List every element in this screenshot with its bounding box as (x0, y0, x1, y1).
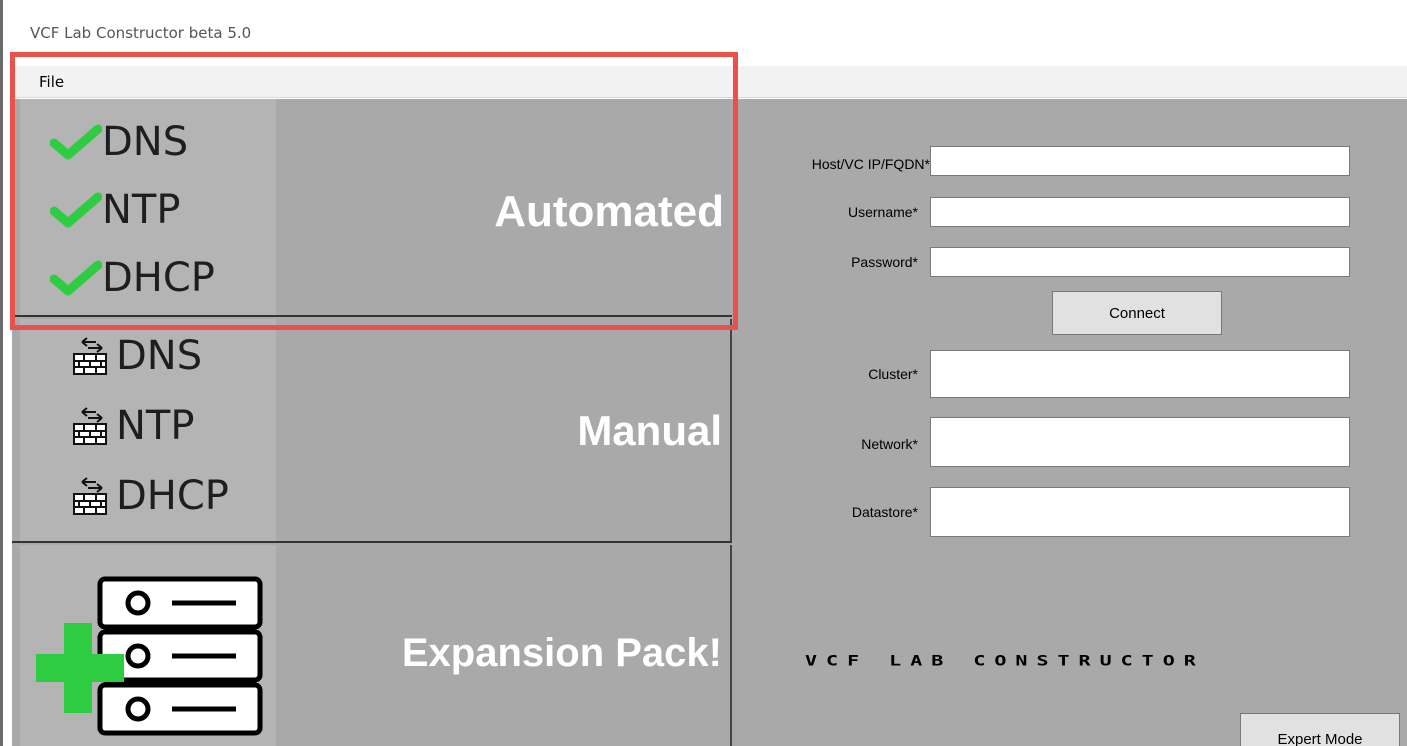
manual-title: Manual (577, 407, 722, 454)
datastore-label: Datastore* (851, 504, 918, 520)
network-label: Network* (861, 436, 918, 452)
manual-panel-button[interactable]: DNS NTP DHCP Manual (12, 319, 732, 543)
manual-dhcp-row: DHCP (68, 473, 229, 519)
cluster-label: Cluster* (868, 366, 918, 382)
window-left-edge (0, 0, 3, 746)
manual-item-label: DHCP (116, 473, 229, 519)
expert-mode-button[interactable]: Expert Mode (1240, 713, 1400, 746)
datastore-input[interactable] (930, 487, 1350, 537)
host-label: Host/VC IP/FQDN* (811, 156, 930, 172)
server-rack-add-icon (36, 576, 263, 736)
manual-ntp-row: NTP (68, 403, 194, 449)
password-input[interactable] (930, 247, 1350, 277)
manual-item-label: NTP (116, 403, 195, 449)
highlight-annotation-box (10, 52, 738, 330)
expansion-pack-panel-button[interactable]: Expansion Pack! (12, 545, 732, 746)
password-label: Password* (851, 254, 918, 270)
manual-dns-row: DNS (68, 333, 202, 379)
vcf-branding-text: VCF LAB CONSTRUCTOR (805, 652, 1205, 669)
firewall-icon (73, 477, 107, 515)
firewall-icon (73, 337, 107, 375)
expansion-pack-title: Expansion Pack! (401, 631, 722, 675)
network-input[interactable] (930, 417, 1350, 467)
cluster-input[interactable] (930, 350, 1350, 398)
username-input[interactable] (930, 197, 1350, 227)
host-input[interactable] (930, 146, 1350, 176)
window-title: VCF Lab Constructor beta 5.0 (30, 24, 252, 42)
firewall-icon (73, 407, 107, 445)
manual-item-label: DNS (116, 333, 203, 379)
connect-button[interactable]: Connect (1052, 291, 1222, 335)
username-label: Username* (847, 204, 918, 220)
